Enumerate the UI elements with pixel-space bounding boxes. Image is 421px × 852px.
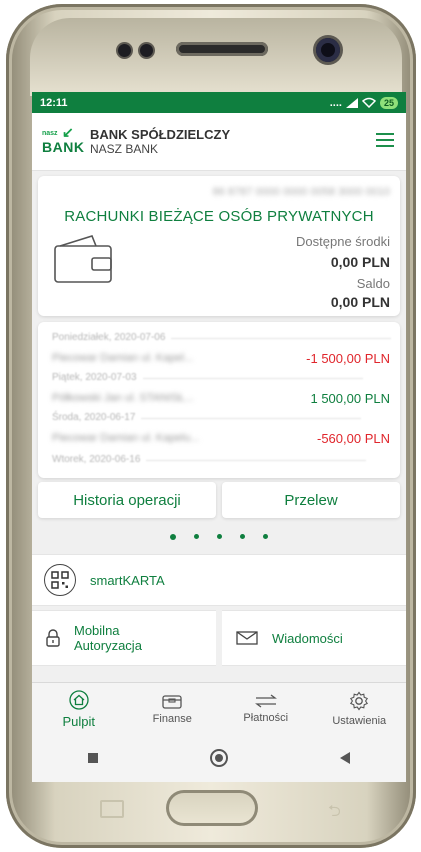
transaction-date: Wtorek, 2020-06-16	[52, 454, 368, 465]
wifi-icon	[361, 97, 376, 108]
page-dot[interactable]	[263, 534, 268, 539]
phone-screen: 12:11 .... 25 nasz BANK ↙ BANK SPÓŁDZIEL…	[32, 92, 406, 782]
status-time: 12:11	[40, 96, 68, 109]
dashboard-content: 86 8787 0000 0000 0058 3000 0010 RACHUNK…	[32, 170, 406, 678]
saldo-label: Saldo	[356, 276, 390, 291]
transfer-button[interactable]: Przelew	[222, 482, 400, 518]
tab-label: Ustawienia	[332, 715, 387, 727]
bank-title: BANK SPÓŁDZIELCZY	[90, 127, 231, 142]
envelope-icon	[236, 631, 258, 645]
mobile-authorization-label: Mobilna Autoryzacja	[74, 623, 142, 653]
hamburger-menu-icon[interactable]	[376, 133, 394, 147]
bottom-tab-bar: Pulpit Finanse Płatności Ustawienia	[32, 682, 406, 735]
account-card[interactable]: 86 8787 0000 0000 0058 3000 0010 RACHUNK…	[38, 176, 400, 316]
account-actions: Historia operacji Przelew	[38, 482, 400, 518]
tab-platnosci[interactable]: Płatności	[219, 683, 313, 735]
transaction-description[interactable]: Półkowski Jan ul. STANISŁ...	[52, 392, 262, 404]
battery-indicator: 25	[379, 96, 398, 109]
available-funds-value: 0,00 PLN	[330, 254, 390, 270]
status-icons: .... 25	[329, 96, 398, 109]
logo-big-text: BANK	[42, 138, 85, 155]
bank-logo: nasz BANK ↙	[42, 123, 84, 160]
quick-tiles: Mobilna Autoryzacja Wiadomości	[32, 610, 406, 666]
signal-icon	[345, 97, 358, 108]
smartkarta-tile[interactable]: smartKARTA	[32, 554, 406, 606]
back-key-icon: ⮌	[328, 803, 341, 820]
recent-apps-icon[interactable]	[88, 753, 98, 763]
logo-arrow-icon: ↙	[62, 123, 74, 140]
page-dot-active[interactable]	[170, 534, 176, 540]
transaction-date: Poniedziałek, 2020-07-06	[52, 332, 393, 343]
logo-small-text: nasz	[42, 129, 58, 137]
carousel-pagination	[32, 534, 406, 540]
transaction-date: Piątek, 2020-07-03	[52, 372, 361, 383]
home-circle-icon[interactable]	[210, 749, 228, 767]
transaction-amount[interactable]: -1 500,00 PLN	[306, 351, 390, 366]
smartkarta-label: smartKARTA	[90, 572, 165, 588]
status-bar: 12:11 .... 25	[32, 92, 406, 113]
qr-code-icon	[44, 564, 76, 596]
transfer-arrows-icon	[254, 694, 277, 708]
back-icon[interactable]	[340, 752, 350, 764]
recent-key-icon	[100, 800, 124, 818]
signal-dots: ....	[329, 96, 342, 109]
phone-home-button[interactable]	[166, 790, 258, 826]
transaction-amount[interactable]: -560,00 PLN	[317, 431, 390, 446]
app-header: nasz BANK ↙ BANK SPÓŁDZIELCZY NASZ BANK	[32, 113, 406, 171]
home-icon	[69, 689, 89, 710]
mobile-authorization-tile[interactable]: Mobilna Autoryzacja	[32, 610, 216, 666]
page-dot[interactable]	[240, 534, 245, 539]
history-button[interactable]: Historia operacji	[38, 482, 216, 518]
page-dot[interactable]	[217, 534, 222, 539]
tab-label: Pulpit	[62, 713, 96, 729]
account-name: RACHUNKI BIEŻĄCE OSÓB PRYWATNYCH	[64, 208, 374, 225]
messages-label: Wiadomości	[272, 630, 343, 646]
transaction-description[interactable]: Piecowar Damian ul. Kapel...	[52, 352, 262, 364]
padlock-icon	[46, 629, 60, 647]
wallet-icon	[54, 235, 112, 283]
account-number: 86 8787 0000 0000 0058 3000 0010	[212, 186, 390, 198]
saldo-value: 0,00 PLN	[330, 294, 390, 310]
earpiece-speaker	[176, 42, 268, 56]
available-funds-label: Dostępne środki	[296, 234, 390, 249]
transaction-amount[interactable]: 1 500,00 PLN	[310, 391, 390, 406]
gear-icon	[350, 691, 369, 711]
tab-ustawienia[interactable]: Ustawienia	[313, 683, 407, 735]
tab-label: Finanse	[152, 713, 192, 725]
android-nav-bar	[32, 734, 406, 782]
transaction-description[interactable]: Piecowar Damian ul. Kapelu...	[52, 432, 262, 444]
sensor-dot	[118, 44, 131, 57]
sensor-dot	[140, 44, 153, 57]
recent-transactions: Poniedziałek, 2020-07-06 Piecowar Damian…	[38, 322, 400, 478]
phone-top-bezel	[30, 18, 402, 96]
tab-pulpit[interactable]: Pulpit	[32, 683, 126, 735]
transaction-date: Środa, 2020-06-17	[52, 412, 363, 423]
tab-label: Płatności	[243, 712, 289, 724]
bank-name: BANK SPÓŁDZIELCZY NASZ BANK	[90, 127, 230, 156]
page-dot[interactable]	[194, 534, 199, 539]
wallet-icon	[162, 695, 182, 709]
front-camera	[316, 38, 340, 62]
messages-tile[interactable]: Wiadomości	[222, 610, 406, 666]
tab-finanse[interactable]: Finanse	[126, 683, 220, 735]
bank-subtitle: NASZ BANK	[90, 142, 159, 156]
